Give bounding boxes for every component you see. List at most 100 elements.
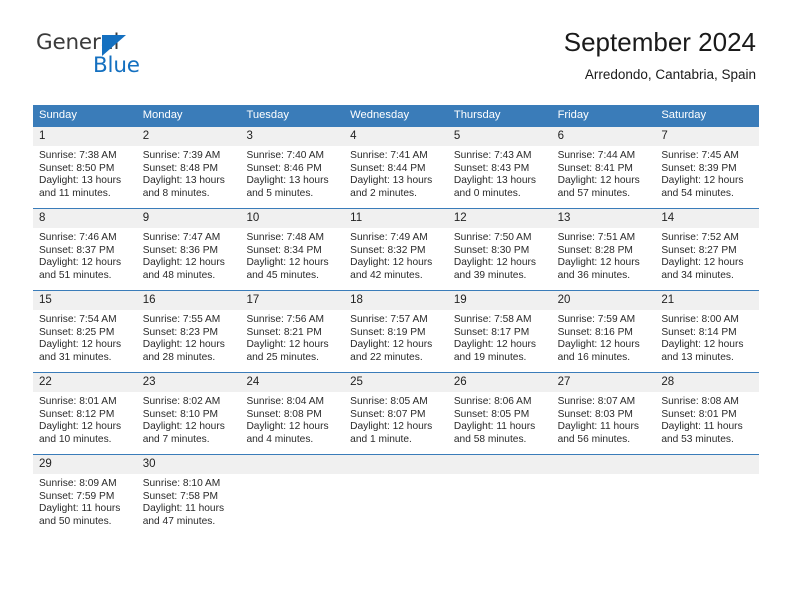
day-number: 27 [557,376,571,388]
sunrise-text: Sunrise: 7:52 AM [661,232,739,243]
week-cell-body: Sunrise: 8:09 AM Sunset: 7:59 PM Dayligh… [33,474,759,536]
daylight-text-line1: Daylight: 13 hours [142,175,225,187]
daylight-text-line1: Daylight: 11 hours [661,421,743,433]
day-cell[interactable]: Sunrise: 8:01 AM Sunset: 8:12 PM Dayligh… [33,392,137,454]
daylight-text-line1: Daylight: 12 hours [350,339,433,351]
sunset-text: Sunset: 8:27 PM [661,244,737,256]
sunrise-text: Sunrise: 7:57 AM [350,314,428,325]
day-cell[interactable]: Sunrise: 7:59 AM Sunset: 8:16 PM Dayligh… [552,310,656,372]
day-number: 3 [246,130,253,142]
day-cell[interactable]: Sunrise: 7:52 AM Sunset: 8:27 PM Dayligh… [655,228,759,290]
day-cell[interactable]: Sunrise: 7:54 AM Sunset: 8:25 PM Dayligh… [33,310,137,372]
day-cell[interactable]: Sunrise: 7:45 AM Sunset: 8:39 PM Dayligh… [655,146,759,208]
day-cell[interactable]: Sunrise: 8:10 AM Sunset: 7:58 PM Dayligh… [137,474,241,536]
day-cell[interactable]: Sunrise: 7:51 AM Sunset: 8:28 PM Dayligh… [552,228,656,290]
day-number: 29 [39,458,52,470]
day-number: 17 [246,294,260,306]
day-cell[interactable]: Sunrise: 8:06 AM Sunset: 8:05 PM Dayligh… [448,392,552,454]
sunset-text: Sunset: 8:12 PM [39,408,115,420]
sunrise-text: Sunrise: 7:55 AM [142,314,221,325]
daylight-text-line1: Daylight: 12 hours [661,339,744,351]
day-cell[interactable]: Sunrise: 8:09 AM Sunset: 7:59 PM Dayligh… [33,474,137,536]
day-cell[interactable]: Sunrise: 7:56 AM Sunset: 8:21 PM Dayligh… [240,310,344,372]
sunrise-text: Sunrise: 7:44 AM [557,150,636,161]
day-number: 9 [142,212,150,224]
daylight-text-line2: and 11 minutes. [39,187,111,199]
weekday-header-monday: Monday [142,109,183,121]
day-number: 26 [453,376,467,388]
daylight-text-line2: and 7 minutes. [142,433,210,445]
day-cell[interactable]: Sunrise: 8:07 AM Sunset: 8:03 PM Dayligh… [552,392,656,454]
sunrise-text: Sunrise: 7:41 AM [350,150,428,161]
day-number: 2 [142,130,150,142]
day-number [448,455,552,474]
sunset-text: Sunset: 8:32 PM [350,244,426,256]
daylight-text-line2: and 58 minutes. [453,433,527,445]
day-cell[interactable]: Sunrise: 7:39 AM Sunset: 8:48 PM Dayligh… [137,146,241,208]
day-cell[interactable]: Sunrise: 7:38 AM Sunset: 8:50 PM Dayligh… [33,146,137,208]
weekday-header-wednesday: Wednesday [350,109,410,121]
sunrise-text: Sunrise: 8:09 AM [39,478,117,489]
day-cell[interactable]: Sunrise: 7:46 AM Sunset: 8:37 PM Dayligh… [33,228,137,290]
day-cell[interactable]: Sunrise: 8:08 AM Sunset: 8:01 PM Dayligh… [655,392,759,454]
daylight-text-line1: Daylight: 12 hours [142,421,225,433]
day-cell[interactable]: Sunrise: 7:40 AM Sunset: 8:46 PM Dayligh… [240,146,344,208]
daylight-text-line1: Daylight: 11 hours [39,503,121,515]
sunrise-text: Sunrise: 7:40 AM [246,150,325,161]
daylight-text-line2: and 16 minutes. [557,351,631,363]
page-subtitle-location: Arredondo, Cantabria, Spain [584,67,756,82]
daylight-text-line1: Daylight: 12 hours [246,421,329,433]
day-cell[interactable]: Sunrise: 8:00 AM Sunset: 8:14 PM Dayligh… [655,310,759,372]
day-number: 16 [142,294,156,306]
day-number: 15 [39,294,52,306]
general-blue-logo[interactable]: General Blue [36,30,236,82]
day-cell[interactable]: Sunrise: 7:50 AM Sunset: 8:30 PM Dayligh… [448,228,552,290]
sunset-text: Sunset: 8:34 PM [246,244,322,256]
daylight-text-line2: and 34 minutes. [661,269,734,281]
day-cell[interactable]: Sunrise: 7:57 AM Sunset: 8:19 PM Dayligh… [344,310,448,372]
daylight-text-line1: Daylight: 12 hours [661,257,744,269]
sunset-text: Sunset: 7:59 PM [39,490,115,502]
daylight-text-line2: and 28 minutes. [142,351,216,363]
day-cell[interactable]: Sunrise: 7:48 AM Sunset: 8:34 PM Dayligh… [240,228,344,290]
calendar-week-row: 1 2 3 4 5 6 7 Sunrise: 7:38 AM Sunset: 8… [33,126,759,208]
daylight-text-line1: Daylight: 11 hours [557,421,639,433]
daylight-text-line2: and 0 minutes. [453,187,521,199]
day-number: 10 [246,212,260,224]
daylight-text-line1: Daylight: 11 hours [142,503,225,515]
daylight-text-line1: Daylight: 12 hours [557,257,640,269]
daylight-text-line2: and 51 minutes. [39,269,112,281]
sunset-text: Sunset: 8:28 PM [557,244,633,256]
day-cell[interactable]: Sunrise: 7:58 AM Sunset: 8:17 PM Dayligh… [448,310,552,372]
day-number: 22 [39,376,52,388]
weekday-header-sunday: Sunday [39,109,77,121]
daylight-text-line2: and 50 minutes. [39,515,112,527]
sunset-text: Sunset: 8:30 PM [453,244,530,256]
sunrise-text: Sunrise: 8:02 AM [142,396,221,407]
day-number: 4 [350,130,357,142]
page-title: September 2024 [563,27,756,57]
sunrise-text: Sunrise: 7:38 AM [39,150,117,161]
daylight-text-line1: Daylight: 12 hours [39,339,122,351]
sunset-text: Sunset: 8:16 PM [557,326,633,338]
sunset-text: Sunset: 8:19 PM [350,326,426,338]
sunrise-text: Sunrise: 7:51 AM [557,232,636,243]
week-day-number-band: 1 2 3 4 5 6 7 [33,127,759,146]
day-cell[interactable]: Sunrise: 7:41 AM Sunset: 8:44 PM Dayligh… [344,146,448,208]
sunset-text: Sunset: 8:03 PM [557,408,633,420]
day-number: 1 [39,130,46,142]
day-cell[interactable]: Sunrise: 8:04 AM Sunset: 8:08 PM Dayligh… [240,392,344,454]
day-cell[interactable]: Sunrise: 7:43 AM Sunset: 8:43 PM Dayligh… [448,146,552,208]
day-cell[interactable]: Sunrise: 8:05 AM Sunset: 8:07 PM Dayligh… [344,392,448,454]
day-cell[interactable]: Sunrise: 7:49 AM Sunset: 8:32 PM Dayligh… [344,228,448,290]
day-cell[interactable]: Sunrise: 7:55 AM Sunset: 8:23 PM Dayligh… [137,310,241,372]
daylight-text-line2: and 47 minutes. [142,515,216,527]
day-number: 12 [453,212,467,224]
day-cell[interactable]: Sunrise: 7:44 AM Sunset: 8:41 PM Dayligh… [552,146,656,208]
daylight-text-line2: and 42 minutes. [350,269,423,281]
calendar-week-row: 8 9 10 11 12 13 14 Sunrise: 7:46 AM Suns… [33,208,759,290]
daylight-text-line2: and 45 minutes. [246,269,319,281]
day-cell[interactable]: Sunrise: 7:47 AM Sunset: 8:36 PM Dayligh… [137,228,241,290]
day-cell[interactable]: Sunrise: 8:02 AM Sunset: 8:10 PM Dayligh… [137,392,241,454]
day-cell-empty [344,474,448,536]
